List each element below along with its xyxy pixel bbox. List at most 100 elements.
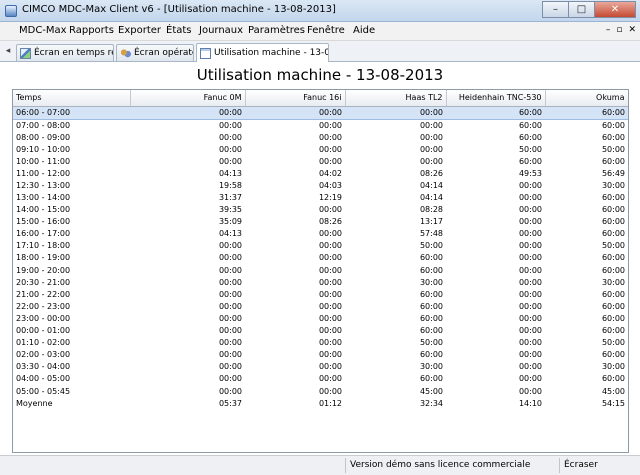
time-cell: 15:00 - 16:00 xyxy=(16,217,71,227)
time-cell: 02:00 - 03:00 xyxy=(16,350,71,360)
table-row[interactable]: 00:00 - 01:00 00:00 00:00 60:00 00:00 60:00 xyxy=(13,325,628,337)
value-cell: 60:00 xyxy=(601,217,625,227)
value-cell: 60:00 xyxy=(446,105,545,120)
value-cell: 14:10 xyxy=(518,398,542,408)
mdi-close-button[interactable]: ✕ xyxy=(628,25,636,35)
value-cell: 30:00 xyxy=(419,277,443,287)
column-header[interactable]: Heidenhain TNC-530 xyxy=(446,90,546,107)
value-cell: 00:00 xyxy=(318,338,342,348)
value-cell: 39:35 xyxy=(218,205,242,215)
value-cell: 00:00 xyxy=(218,277,242,287)
value-cell: 50:00 xyxy=(419,338,443,348)
menu-rapports[interactable]: Rapports xyxy=(69,25,114,36)
tab-realtime[interactable]: Écran en temps réel xyxy=(16,44,114,61)
tab-operator[interactable]: Écran opérateur xyxy=(116,44,194,61)
time-cell: 17:10 - 18:00 xyxy=(16,241,71,251)
table-row[interactable]: 17:10 - 18:00 00:00 00:00 50:00 00:00 50:00 xyxy=(13,240,628,252)
value-cell: 00:00 xyxy=(518,350,542,360)
realtime-chart-icon xyxy=(20,47,31,59)
column-header[interactable]: Fanuc 0M xyxy=(130,90,246,107)
table-row[interactable]: 22:00 - 23:00 00:00 00:00 60:00 00:00 60:00 xyxy=(13,301,628,313)
time-cell: 03:30 - 04:00 xyxy=(16,362,71,372)
table-row[interactable]: 03:30 - 04:00 00:00 00:00 30:00 00:00 30:00 xyxy=(13,361,628,373)
time-cell: 13:00 - 14:00 xyxy=(16,193,71,203)
report-title: Utilisation machine - 13-08-2013 xyxy=(196,66,444,84)
value-cell: 00:00 xyxy=(245,105,345,120)
value-cell: 00:00 xyxy=(518,289,542,299)
table-row[interactable]: 21:00 - 22:00 00:00 00:00 60:00 00:00 60:00 xyxy=(13,289,628,301)
time-cell: 11:00 - 12:00 xyxy=(16,168,71,178)
tab-utilisation[interactable]: Utilisation machine - 13-08-2013 xyxy=(196,43,329,62)
table-row[interactable]: 01:10 - 02:00 00:00 00:00 50:00 00:00 50:00 xyxy=(13,337,628,349)
table-row[interactable]: 06:00 - 07:00 00:00 00:00 00:00 60:00 60:00 xyxy=(13,105,628,120)
close-button[interactable]: ✕ xyxy=(594,1,636,18)
value-cell: 00:00 xyxy=(218,338,242,348)
mdi-restore-button[interactable]: ▫ xyxy=(616,25,622,35)
table-row[interactable]: 18:00 - 19:00 00:00 00:00 60:00 00:00 60:00 xyxy=(13,252,628,264)
value-cell: 60:00 xyxy=(419,374,443,384)
value-cell: 45:00 xyxy=(601,386,625,396)
minimize-button[interactable]: – xyxy=(542,1,568,18)
table-row[interactable]: 15:00 - 16:00 35:09 08:26 13:17 00:00 60:00 xyxy=(13,216,628,228)
table-row[interactable]: 20:30 - 21:00 00:00 00:00 30:00 00:00 30:00 xyxy=(13,277,628,289)
value-cell: 56:49 xyxy=(601,168,625,178)
maximize-button[interactable]: □ xyxy=(568,1,594,18)
table-row[interactable]: 09:10 - 10:00 00:00 00:00 00:00 50:00 50:00 xyxy=(13,144,628,156)
table-row[interactable]: 04:00 - 05:00 00:00 00:00 60:00 00:00 60:00 xyxy=(13,373,628,385)
table-row[interactable]: 13:00 - 14:00 31:37 12:19 04:14 00:00 60:00 xyxy=(13,192,628,204)
table-row[interactable]: 14:00 - 15:00 39:35 00:00 08:28 00:00 60:00 xyxy=(13,204,628,216)
value-cell: 00:00 xyxy=(518,229,542,239)
time-cell: 20:30 - 21:00 xyxy=(16,277,71,287)
tab-utilisation-label: Utilisation machine - 13-08-2013 xyxy=(214,48,328,58)
table-row[interactable]: 19:00 - 20:00 00:00 00:00 60:00 00:00 60:00 xyxy=(13,265,628,277)
value-cell: 50:00 xyxy=(601,338,625,348)
tab-scroll-left-icon[interactable]: ◂ xyxy=(2,43,14,59)
value-cell: 00:00 xyxy=(318,289,342,299)
value-cell: 00:00 xyxy=(518,362,542,372)
value-cell: 04:14 xyxy=(419,193,443,203)
value-cell: 54:15 xyxy=(601,398,625,408)
table-row[interactable]: 05:00 - 05:45 00:00 00:00 45:00 00:00 45:00 xyxy=(13,385,628,397)
table-row[interactable]: 10:00 - 11:00 00:00 00:00 00:00 60:00 60:00 xyxy=(13,156,628,168)
menu-fenetre[interactable]: Fenêtre xyxy=(307,25,345,36)
value-cell: 19:58 xyxy=(218,180,242,190)
value-cell: 60:00 xyxy=(601,301,625,311)
time-cell: 23:00 - 00:00 xyxy=(16,313,71,323)
menu-exporter[interactable]: Exporter xyxy=(118,25,161,36)
table-row[interactable]: 11:00 - 12:00 04:13 04:02 08:26 49:53 56:49 xyxy=(13,168,628,180)
value-cell: 00:00 xyxy=(518,277,542,287)
column-header[interactable]: Fanuc 16i xyxy=(245,90,346,107)
window-controls: – □ ✕ xyxy=(542,1,636,18)
mdi-controls: – ▫ ✕ xyxy=(606,25,636,35)
value-cell: 00:00 xyxy=(318,326,342,336)
value-cell: 00:00 xyxy=(218,144,242,154)
value-cell: 00:00 xyxy=(518,265,542,275)
window-title: CIMCO MDC-Max Client v6 - [Utilisation m… xyxy=(22,4,336,15)
value-cell: 08:28 xyxy=(419,205,443,215)
column-header[interactable]: Haas TL2 xyxy=(345,90,447,107)
column-header[interactable]: Okuma xyxy=(545,90,628,107)
menu-etats[interactable]: États xyxy=(166,25,192,36)
average-row[interactable]: Moyenne 05:37 01:12 32:34 14:10 54:15 xyxy=(13,398,628,410)
table-header-row: Temps Fanuc 0M Fanuc 16i Haas TL2 Heidenhain… xyxy=(13,90,628,107)
table-row[interactable]: 07:00 - 08:00 00:00 00:00 00:00 60:00 60:00 xyxy=(13,119,628,132)
mdi-minimize-button[interactable]: – xyxy=(606,25,611,35)
value-cell: 30:00 xyxy=(601,180,625,190)
value-cell: 50:00 xyxy=(419,241,443,251)
menu-journaux[interactable]: Journaux xyxy=(199,25,243,36)
menu-mdc-max[interactable]: MDC-Max xyxy=(19,25,67,36)
menu-aide[interactable]: Aide xyxy=(353,25,375,36)
value-cell: 05:37 xyxy=(218,398,242,408)
table-row[interactable]: 12:30 - 13:00 19:58 04:03 04:14 00:00 30:00 xyxy=(13,180,628,192)
table-row[interactable]: 08:00 - 09:00 00:00 00:00 00:00 60:00 60:00 xyxy=(13,132,628,144)
column-header[interactable]: Temps xyxy=(13,90,131,107)
operators-icon xyxy=(120,47,131,59)
table-row[interactable]: 02:00 - 03:00 00:00 00:00 60:00 00:00 60:00 xyxy=(13,349,628,361)
value-cell: 50:00 xyxy=(601,144,625,154)
table-row[interactable]: 23:00 - 00:00 00:00 00:00 60:00 00:00 60:00 xyxy=(13,313,628,325)
value-cell: 00:00 xyxy=(419,132,443,142)
table-row[interactable]: 16:00 - 17:00 04:13 00:00 57:48 00:00 60:00 xyxy=(13,228,628,240)
menu-parametres[interactable]: Paramètres xyxy=(248,25,305,36)
value-cell: 00:00 xyxy=(218,301,242,311)
value-cell: 00:00 xyxy=(318,350,342,360)
